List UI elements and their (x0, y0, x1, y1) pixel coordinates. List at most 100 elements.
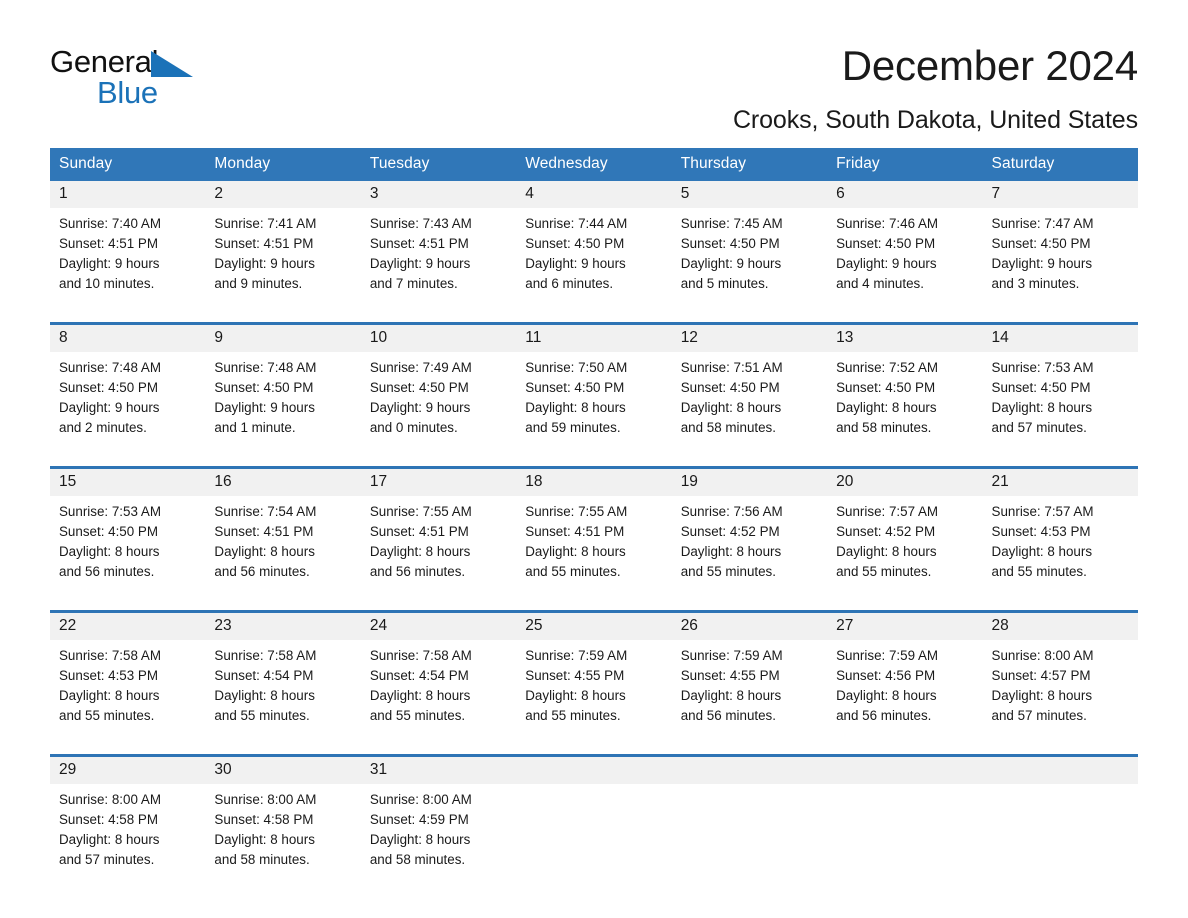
sunrise-text: Sunrise: 7:47 AM (991, 216, 1094, 231)
daylight-text-line2: and 3 minutes. (991, 276, 1080, 291)
daylight-text-line1: Daylight: 8 hours (991, 400, 1093, 415)
sunset-text: Sunset: 4:50 PM (369, 380, 469, 395)
day-cell: Sunrise: 7:53 AM Sunset: 4:50 PM Dayligh… (50, 496, 206, 612)
sunrise-text: Sunrise: 8:00 AM (991, 648, 1094, 663)
sunrise-text: Sunrise: 8:00 AM (369, 792, 472, 807)
day-number: 31 (360, 754, 517, 784)
day-cell: Sunrise: 7:44 AM Sunset: 4:50 PM Dayligh… (516, 208, 672, 324)
day-number: 21 (982, 466, 1138, 496)
sunset-text: Sunset: 4:52 PM (680, 524, 780, 539)
day-number: 10 (360, 322, 517, 352)
sunrise-text: Sunrise: 8:00 AM (59, 792, 161, 807)
daylight-text-line2: and 5 minutes. (680, 276, 769, 291)
day-number: 22 (50, 610, 206, 640)
daylight-text-line1: Daylight: 8 hours (369, 544, 471, 559)
day-number: 14 (982, 322, 1138, 352)
weekday-header-friday: Friday (827, 148, 983, 181)
sunrise-text: Sunrise: 7:59 AM (836, 648, 939, 663)
sunset-text: Sunset: 4:50 PM (836, 236, 936, 251)
sunrise-text: Sunrise: 7:52 AM (836, 360, 939, 375)
day-number: 12 (671, 322, 828, 352)
daylight-text-line2: and 59 minutes. (525, 420, 621, 435)
sunset-text: Sunset: 4:50 PM (525, 236, 625, 251)
sunset-text: Sunset: 4:54 PM (369, 668, 469, 683)
day-cell: Sunrise: 8:00 AM Sunset: 4:58 PM Dayligh… (50, 784, 206, 898)
sunrise-text: Sunrise: 7:40 AM (59, 216, 161, 231)
weekday-header-saturday: Saturday (982, 148, 1138, 181)
sunrise-text: Sunrise: 7:43 AM (369, 216, 472, 231)
day-cell: Sunrise: 7:49 AM Sunset: 4:50 PM Dayligh… (360, 352, 517, 468)
daylight-text-line2: and 55 minutes. (991, 564, 1087, 579)
daylight-text-line2: and 55 minutes. (369, 708, 466, 723)
sunset-text: Sunset: 4:50 PM (525, 380, 625, 395)
sunrise-text: Sunrise: 7:58 AM (214, 648, 317, 663)
calendar-header-row: Sunday Monday Tuesday Wednesday Thursday… (50, 148, 1138, 181)
daylight-text-line2: and 2 minutes. (59, 420, 147, 435)
sunset-text: Sunset: 4:50 PM (991, 236, 1091, 251)
daylight-text-line2: and 55 minutes. (680, 564, 776, 579)
daylight-text-line1: Daylight: 8 hours (836, 688, 937, 703)
daylight-text-line1: Daylight: 9 hours (680, 256, 782, 271)
week-row-daynumbers: 8 9 10 11 12 13 14 (50, 322, 1138, 352)
sunrise-text: Sunrise: 7:48 AM (214, 360, 317, 375)
day-cell: Sunrise: 8:00 AM Sunset: 4:58 PM Dayligh… (205, 784, 361, 898)
daylight-text-line2: and 58 minutes. (836, 420, 932, 435)
sunset-text: Sunset: 4:53 PM (991, 524, 1091, 539)
daylight-text-line2: and 56 minutes. (836, 708, 932, 723)
daylight-text-line2: and 56 minutes. (214, 564, 310, 579)
sunset-text: Sunset: 4:51 PM (525, 524, 625, 539)
sunset-text: Sunset: 4:55 PM (525, 668, 625, 683)
daylight-text-line2: and 55 minutes. (214, 708, 310, 723)
sunrise-text: Sunrise: 7:53 AM (59, 504, 161, 519)
day-number: 18 (516, 466, 672, 496)
day-cell: Sunrise: 7:59 AM Sunset: 4:55 PM Dayligh… (671, 640, 828, 756)
sunset-text: Sunset: 4:50 PM (680, 380, 780, 395)
location-subtitle: Crooks, South Dakota, United States (732, 106, 1138, 135)
week-row-details: Sunrise: 7:58 AM Sunset: 4:53 PM Dayligh… (50, 640, 1138, 756)
day-cell: Sunrise: 7:52 AM Sunset: 4:50 PM Dayligh… (827, 352, 983, 468)
day-cell-empty (671, 784, 828, 898)
day-cell: Sunrise: 7:50 AM Sunset: 4:50 PM Dayligh… (516, 352, 672, 468)
daylight-text-line1: Daylight: 8 hours (369, 832, 471, 847)
sunrise-text: Sunrise: 7:49 AM (369, 360, 472, 375)
title-block: December 2024 Crooks, South Dakota, Unit… (200, 43, 1138, 135)
page-masthead: General Blue December 2024 Crooks, South… (50, 0, 1138, 133)
sunset-text: Sunset: 4:50 PM (991, 380, 1091, 395)
day-cell: Sunrise: 7:48 AM Sunset: 4:50 PM Dayligh… (50, 352, 206, 468)
logo-triangle-icon (151, 51, 193, 77)
daylight-text-line1: Daylight: 8 hours (525, 400, 626, 415)
sunrise-text: Sunrise: 7:55 AM (369, 504, 472, 519)
daylight-text-line2: and 55 minutes. (525, 708, 621, 723)
sunset-text: Sunset: 4:59 PM (369, 812, 469, 827)
weekday-header-tuesday: Tuesday (360, 148, 517, 181)
sunset-text: Sunset: 4:50 PM (680, 236, 780, 251)
day-number: 9 (205, 322, 361, 352)
daylight-text-line1: Daylight: 8 hours (214, 832, 315, 847)
day-cell: Sunrise: 7:46 AM Sunset: 4:50 PM Dayligh… (827, 208, 983, 324)
sunset-text: Sunset: 4:55 PM (680, 668, 780, 683)
day-number-empty (827, 754, 983, 784)
sunset-text: Sunset: 4:58 PM (59, 812, 158, 827)
sunrise-text: Sunrise: 8:00 AM (214, 792, 317, 807)
calendar-page: General Blue December 2024 Crooks, South… (0, 0, 1188, 918)
day-cell: Sunrise: 7:51 AM Sunset: 4:50 PM Dayligh… (671, 352, 828, 468)
day-number: 23 (205, 610, 361, 640)
daylight-text-line2: and 55 minutes. (59, 708, 155, 723)
week-row-details: Sunrise: 8:00 AM Sunset: 4:58 PM Dayligh… (50, 784, 1138, 898)
sunrise-text: Sunrise: 7:45 AM (680, 216, 783, 231)
daylight-text-line2: and 7 minutes. (369, 276, 458, 291)
daylight-text-line1: Daylight: 8 hours (59, 688, 160, 703)
daylight-text-line2: and 10 minutes. (59, 276, 155, 291)
day-number: 19 (671, 466, 828, 496)
day-cell: Sunrise: 7:54 AM Sunset: 4:51 PM Dayligh… (205, 496, 361, 612)
sunrise-text: Sunrise: 7:59 AM (680, 648, 783, 663)
weekday-header-wednesday: Wednesday (516, 148, 672, 181)
sunrise-text: Sunrise: 7:54 AM (214, 504, 317, 519)
week-row-daynumbers: 15 16 17 18 19 20 21 (50, 466, 1138, 496)
day-number: 7 (982, 181, 1138, 208)
daylight-text-line2: and 55 minutes. (836, 564, 932, 579)
daylight-text-line2: and 0 minutes. (369, 420, 458, 435)
day-cell: Sunrise: 7:57 AM Sunset: 4:53 PM Dayligh… (982, 496, 1138, 612)
daylight-text-line1: Daylight: 9 hours (369, 400, 471, 415)
sunrise-text: Sunrise: 7:48 AM (59, 360, 161, 375)
